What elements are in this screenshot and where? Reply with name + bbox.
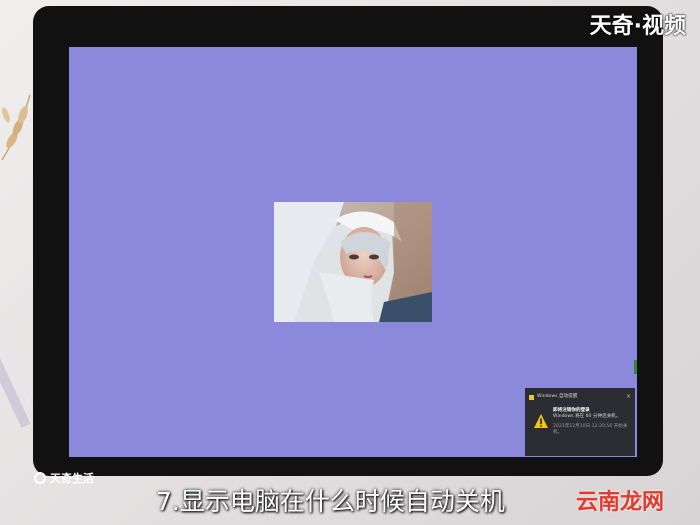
notification-time: 2021年12月10日 12:20:56 开始关机。 — [553, 424, 628, 435]
watermark-top-right: 天奇·视频 — [589, 14, 686, 39]
anime-portrait-image — [274, 202, 432, 322]
close-icon[interactable]: × — [626, 394, 631, 400]
video-subtitle: 7.显示电脑在什么时候自动关机 — [156, 487, 505, 516]
notification-app-name: Windows 自动提醒 — [537, 394, 578, 399]
taskbar-edge-indicator — [634, 360, 637, 374]
watermark-bottom-right: 云南龙网 — [575, 490, 664, 515]
notification-body: 即将注销你的登录 Windows 将在 60 分钟后关机。 2021年12月10… — [553, 408, 631, 436]
watermark-bottom-left: 天奇生活 — [34, 470, 94, 486]
search-logo-icon — [34, 472, 46, 484]
watermark-bottom-left-text: 天奇生活 — [50, 472, 94, 485]
windows-shutdown-notification[interactable]: Windows 自动提醒 × 即将注销你的登录 Windows 将在 60 分钟… — [525, 388, 635, 456]
notification-message: Windows 将在 60 分钟后关机。 — [553, 414, 621, 419]
notification-header: Windows 自动提醒 × — [529, 393, 631, 401]
windows-app-icon — [529, 394, 534, 400]
warning-icon — [534, 414, 548, 428]
